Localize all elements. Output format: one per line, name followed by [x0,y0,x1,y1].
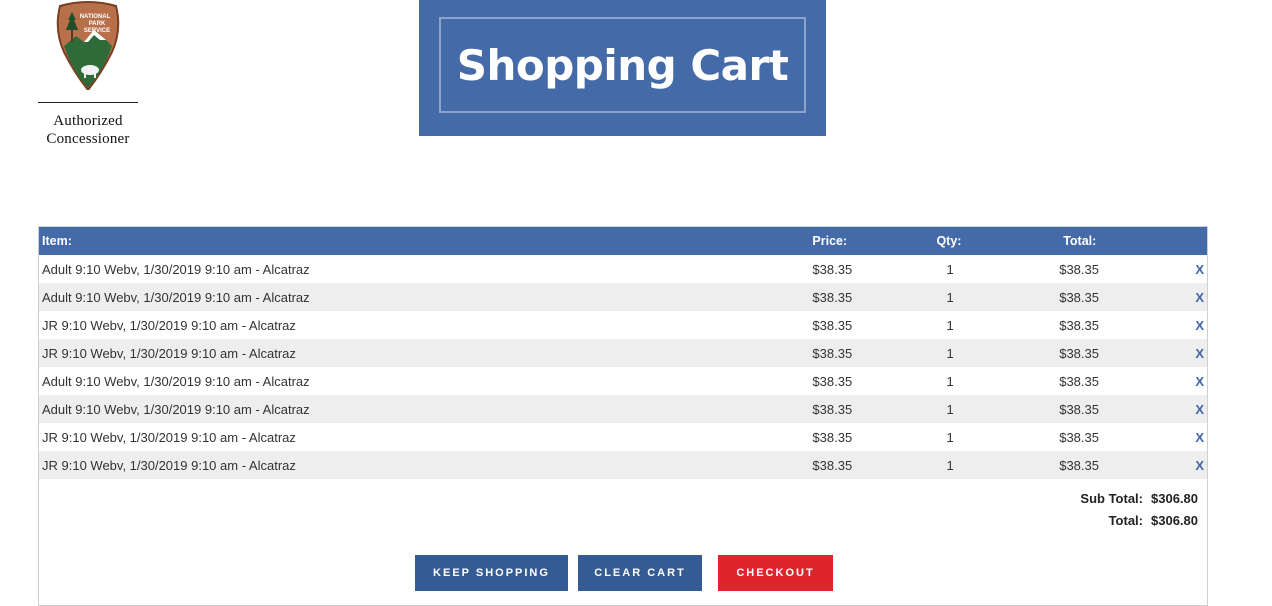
checkout-button[interactable]: CHECKOUT [718,555,833,591]
item-qty: 1 [946,289,954,305]
item-qty: 1 [946,429,954,445]
table-row: JR 9:10 Webv, 1/30/2019 9:10 am - Alcatr… [39,423,1207,451]
item-total: $38.35 [1059,401,1099,417]
item-total: $38.35 [1059,345,1099,361]
remove-cell: X [1159,395,1207,423]
item-price: $38.35 [812,373,853,389]
item-total: $38.35 [1059,373,1099,389]
seal-text-2: PARK [89,21,106,27]
seal-text-3: SERVICE [84,28,110,34]
table-row: Adult 9:10 Webv, 1/30/2019 9:10 am - Alc… [39,395,1207,423]
table-row: JR 9:10 Webv, 1/30/2019 9:10 am - Alcatr… [39,451,1207,479]
remove-cell: X [1159,339,1207,367]
remove-cell: X [1159,311,1207,339]
header-total: Total: [1063,234,1097,248]
remove-x-icon[interactable]: X [1195,346,1204,361]
item-name: Adult 9:10 Webv, 1/30/2019 9:10 am - Alc… [42,261,310,277]
item-total: $38.35 [1059,457,1099,473]
item-qty: 1 [946,401,954,417]
cart-table: Item: Price: Qty: Total: Adult 9:10 Webv… [39,227,1207,479]
clear-cart-button[interactable]: CLEAR CART [578,555,702,591]
remove-cell: X [1159,451,1207,479]
total-row: Total: $306.80 [1080,509,1198,531]
title-banner: Shopping Cart [419,0,826,136]
header-item: Item: [42,234,72,248]
item-qty: 1 [946,317,954,333]
nps-arrowhead-logo: NATIONAL PARK SERVICE [56,1,120,90]
item-name: JR 9:10 Webv, 1/30/2019 9:10 am - Alcatr… [42,457,296,473]
header-remove [1159,227,1207,255]
item-name: Adult 9:10 Webv, 1/30/2019 9:10 am - Alc… [42,289,310,305]
item-qty: 1 [946,373,954,389]
subtotal-label: Sub Total: [1080,490,1143,506]
item-price: $38.35 [812,345,853,361]
table-row: JR 9:10 Webv, 1/30/2019 9:10 am - Alcatr… [39,339,1207,367]
remove-cell: X [1159,367,1207,395]
item-price: $38.35 [812,429,853,445]
item-total: $38.35 [1059,289,1099,305]
total-value: $306.80 [1151,512,1198,528]
remove-x-icon[interactable]: X [1195,374,1204,389]
item-price: $38.35 [812,317,853,333]
caption-line-1: Authorized [53,113,123,129]
item-name: JR 9:10 Webv, 1/30/2019 9:10 am - Alcatr… [42,345,296,361]
item-total: $38.35 [1059,429,1099,445]
item-name: Adult 9:10 Webv, 1/30/2019 9:10 am - Alc… [42,373,310,389]
page-title: Shopping Cart [456,40,789,90]
item-name: JR 9:10 Webv, 1/30/2019 9:10 am - Alcatr… [42,429,296,445]
subtotal-value: $306.80 [1151,490,1198,506]
remove-cell: X [1159,283,1207,311]
logo-divider [38,102,138,103]
remove-x-icon[interactable]: X [1195,262,1204,277]
remove-x-icon[interactable]: X [1195,430,1204,445]
table-row: Adult 9:10 Webv, 1/30/2019 9:10 am - Alc… [39,283,1207,311]
cart-totals: Sub Total: $306.80 Total: $306.80 [1080,487,1198,531]
header-price: Price: [812,234,848,248]
table-row: Adult 9:10 Webv, 1/30/2019 9:10 am - Alc… [39,367,1207,395]
remove-x-icon[interactable]: X [1195,290,1204,305]
item-name: JR 9:10 Webv, 1/30/2019 9:10 am - Alcatr… [42,317,296,333]
item-price: $38.35 [812,401,853,417]
item-qty: 1 [946,345,954,361]
table-row: Adult 9:10 Webv, 1/30/2019 9:10 am - Alc… [39,255,1207,283]
remove-cell: X [1159,423,1207,451]
subtotal-row: Sub Total: $306.80 [1080,487,1198,509]
remove-cell: X [1159,255,1207,283]
item-price: $38.35 [812,261,853,277]
nps-logo: NATIONAL PARK SERVICE Authorized Concess… [38,0,138,148]
seal-text-1: NATIONAL [80,14,111,20]
cart-actions: KEEP SHOPPING CLEAR CART CHECKOUT [415,555,833,591]
caption-line-2: Concessioner [46,131,130,147]
remove-x-icon[interactable]: X [1195,402,1204,417]
item-qty: 1 [946,457,954,473]
keep-shopping-button[interactable]: KEEP SHOPPING [415,555,568,591]
item-price: $38.35 [812,289,853,305]
remove-x-icon[interactable]: X [1195,458,1204,473]
header-qty: Qty: [936,234,962,248]
item-total: $38.35 [1059,317,1099,333]
item-qty: 1 [946,261,954,277]
item-name: Adult 9:10 Webv, 1/30/2019 9:10 am - Alc… [42,401,310,417]
logo-caption: Authorized Concessioner [38,112,138,148]
table-row: JR 9:10 Webv, 1/30/2019 9:10 am - Alcatr… [39,311,1207,339]
item-price: $38.35 [812,457,853,473]
total-label: Total: [1108,512,1143,528]
remove-x-icon[interactable]: X [1195,318,1204,333]
cart-header-row: Item: Price: Qty: Total: [39,227,1207,255]
title-frame: Shopping Cart [439,17,806,113]
item-total: $38.35 [1059,261,1099,277]
cart-panel: Item: Price: Qty: Total: Adult 9:10 Webv… [38,226,1208,606]
